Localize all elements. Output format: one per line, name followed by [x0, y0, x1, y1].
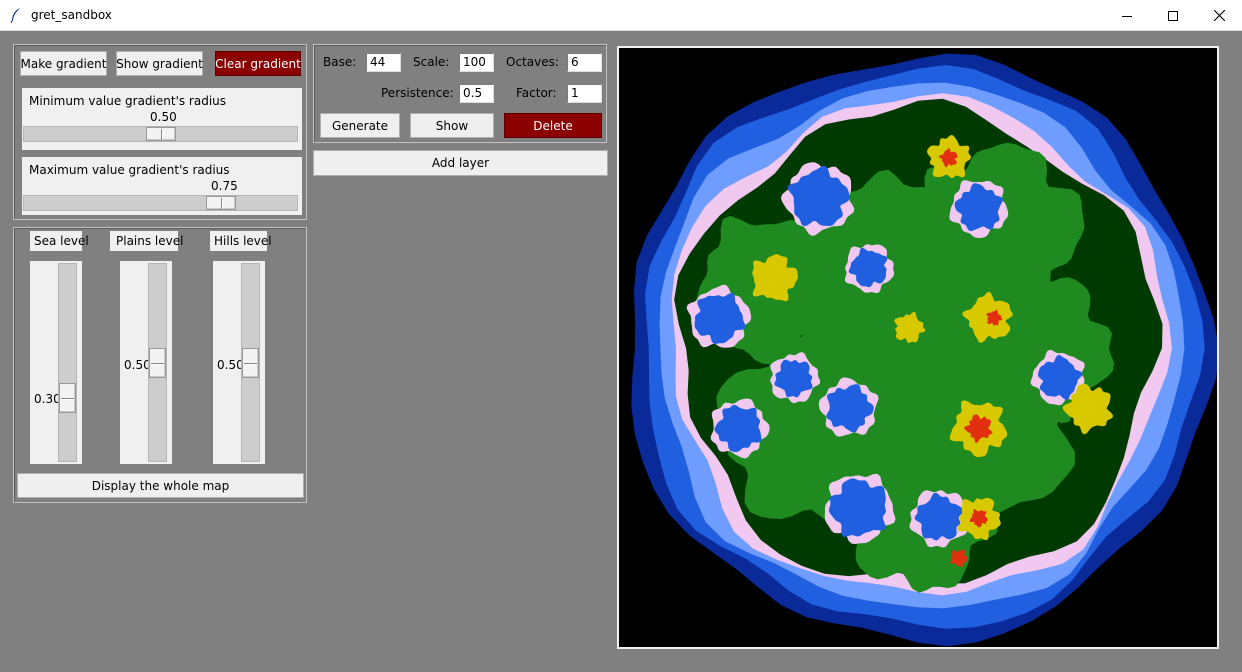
- sea-level-label: Sea level: [34, 234, 89, 248]
- window-title: gret_sandbox: [31, 8, 112, 22]
- client-area: Make gradient Show gradient Clear gradie…: [0, 31, 1242, 672]
- plains-level-header: Plains level: [110, 231, 183, 251]
- minimize-button[interactable]: [1104, 0, 1150, 31]
- hills-level-label: Hills level: [214, 234, 272, 248]
- octaves-label: Octaves:: [506, 55, 559, 69]
- max-radius-value: 0.75: [211, 179, 238, 193]
- persistence-label: Persistence:: [381, 86, 454, 100]
- show-gradient-button[interactable]: Show gradient: [116, 51, 203, 76]
- hills-level-slider[interactable]: [242, 348, 259, 378]
- make-gradient-button[interactable]: Make gradient: [20, 51, 107, 76]
- max-radius-trough[interactable]: [23, 195, 298, 211]
- min-radius-scale: Minimum value gradient's radius 0.50: [22, 88, 302, 150]
- close-button[interactable]: [1196, 0, 1242, 31]
- scale-label: Scale:: [413, 55, 450, 69]
- terrain-map-image: [631, 53, 1217, 647]
- close-icon: [1213, 10, 1225, 21]
- plains-level-value: 0.50: [124, 358, 151, 372]
- factor-input[interactable]: 1: [567, 84, 602, 103]
- min-radius-label: Minimum value gradient's radius: [29, 94, 227, 108]
- max-radius-slider[interactable]: [206, 196, 236, 210]
- show-button[interactable]: Show: [410, 113, 494, 138]
- base-input[interactable]: 44: [366, 53, 401, 72]
- hills-level-trough[interactable]: [241, 263, 260, 462]
- max-radius-scale: Maximum value gradient's radius 0.75: [22, 157, 302, 215]
- factor-label: Factor:: [516, 86, 557, 100]
- sea-level-trough[interactable]: [58, 263, 77, 462]
- terrain-map-canvas[interactable]: [617, 46, 1219, 649]
- hills-level-header: Hills level: [210, 231, 272, 251]
- hills-level-value: 0.50: [217, 358, 244, 372]
- display-whole-map-button[interactable]: Display the whole map: [17, 473, 304, 498]
- sea-level-header: Sea level: [30, 231, 89, 251]
- max-radius-label: Maximum value gradient's radius: [29, 163, 230, 177]
- sea-level-scale: 0.30: [30, 261, 82, 464]
- noise-layer-frame: Base: 44 Scale: 100 Octaves: 6 Persisten…: [313, 44, 607, 143]
- add-layer-button[interactable]: Add layer: [313, 150, 608, 176]
- scale-input[interactable]: 100: [459, 53, 494, 72]
- hills-level-scale: 0.50: [213, 261, 265, 464]
- octaves-input[interactable]: 6: [567, 53, 602, 72]
- minimize-icon: [1122, 15, 1132, 17]
- plains-level-label: Plains level: [116, 234, 184, 248]
- generate-button[interactable]: Generate: [320, 113, 400, 138]
- min-radius-trough[interactable]: [23, 126, 298, 142]
- sea-level-slider[interactable]: [59, 383, 76, 413]
- feather-icon: [10, 8, 20, 23]
- min-radius-slider[interactable]: [146, 127, 176, 141]
- maximize-button[interactable]: [1150, 0, 1196, 31]
- gradient-frame: Make gradient Show gradient Clear gradie…: [13, 44, 307, 220]
- base-label: Base:: [323, 55, 357, 69]
- plains-level-slider[interactable]: [149, 348, 166, 378]
- sea-level-value: 0.30: [34, 392, 61, 406]
- levels-frame: Sea level Plains level Hills level 0.30 …: [13, 227, 307, 503]
- persistence-input[interactable]: 0.5: [459, 84, 494, 103]
- clear-gradient-button[interactable]: Clear gradient: [215, 51, 301, 76]
- min-radius-value: 0.50: [150, 110, 177, 124]
- plains-level-trough[interactable]: [148, 263, 167, 462]
- maximize-icon: [1168, 10, 1178, 21]
- plains-level-scale: 0.50: [120, 261, 172, 464]
- window-titlebar: gret_sandbox: [0, 0, 1242, 31]
- delete-button[interactable]: Delete: [504, 113, 602, 138]
